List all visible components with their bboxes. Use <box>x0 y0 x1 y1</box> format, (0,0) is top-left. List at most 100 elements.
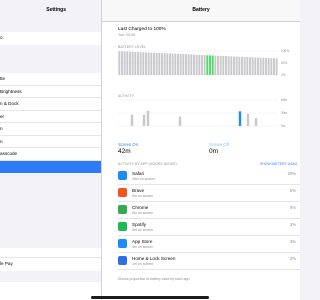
level-bar <box>193 54 195 75</box>
activity-chart: 0m 30m 60m <box>118 98 288 128</box>
level-bar <box>182 53 185 75</box>
app-usage: 5m on screen <box>132 245 154 249</box>
level-bar <box>155 52 158 75</box>
app-row-spotify[interactable]: Spotify 5m on screen 3% <box>118 219 300 236</box>
level-bar <box>118 51 121 75</box>
level-bar <box>275 58 278 75</box>
level-bar <box>195 54 198 75</box>
level-bar <box>219 55 222 75</box>
level-bar <box>246 57 249 75</box>
sidebar-item-4[interactable]: er <box>0 111 101 123</box>
screen-on-label: Screen On <box>118 142 139 147</box>
sidebar-item-account[interactable]: o <box>0 32 101 45</box>
level-tick-label: 100% <box>281 49 289 53</box>
app-percent: 3% <box>289 222 296 227</box>
level-bar <box>158 52 161 75</box>
app-row-brave[interactable]: Brave 9m on screen 5% <box>118 185 300 202</box>
level-bar <box>206 55 209 75</box>
level-tick-label: 0% <box>281 73 286 77</box>
activity-tick-label: 30m <box>281 111 288 115</box>
level-bar <box>270 58 273 75</box>
app-name: Home & Lock Screen <box>132 256 176 261</box>
activity-bar <box>146 110 150 126</box>
sidebar-item-wallet[interactable]: le Pay <box>0 258 101 271</box>
nav-bar: Battery <box>102 0 300 22</box>
app-percent: 5% <box>289 205 296 210</box>
page-title: Battery <box>192 7 210 13</box>
level-bar <box>171 53 174 75</box>
chrome-icon <box>118 205 127 214</box>
sidebar-item-wallet-top[interactable] <box>0 248 101 258</box>
sidebar-item-6[interactable]: n <box>0 136 101 148</box>
sidebar: Settings o tte Brightness n & Dock er n … <box>0 0 101 300</box>
level-bar <box>251 57 254 75</box>
level-bar <box>233 56 235 75</box>
sidebar-item-brightness[interactable]: Brightness <box>0 86 101 98</box>
activity-bar <box>130 114 134 126</box>
home-indicator <box>91 296 209 299</box>
level-bar <box>169 53 171 75</box>
level-bar <box>249 57 251 75</box>
sidebar-item-battery[interactable] <box>0 160 101 173</box>
app-row-chrome[interactable]: Chrome 5m on screen 5% <box>118 202 300 219</box>
sidebar-item-5[interactable]: n <box>0 123 101 136</box>
level-bar <box>179 53 182 75</box>
app-row-app-store[interactable]: App Store 5m on screen 3% <box>118 236 300 253</box>
activity-by-app-label: ACTIVITY BY APP (HOURS INSIDE) <box>118 162 177 166</box>
app-row-safari[interactable]: Safari 28m on screen 29% <box>118 168 300 185</box>
safari-icon <box>118 171 127 180</box>
level-bar <box>243 57 246 75</box>
level-bar <box>201 55 203 75</box>
level-bar <box>187 54 190 75</box>
level-bar <box>238 56 241 75</box>
battery-pane: Battery Last Charged to 100% Tue 20:09 B… <box>102 0 300 300</box>
app-percent: 3% <box>289 239 296 244</box>
sidebar-item-1[interactable]: tte <box>0 73 101 86</box>
level-bar <box>267 57 270 75</box>
show-battery-usage-link[interactable]: SHOW BATTERY USAG <box>260 162 297 166</box>
app-name: Brave <box>132 188 145 193</box>
level-bar <box>145 52 147 75</box>
footer-note: Shows proportion of battery used by each… <box>118 277 191 281</box>
level-bar <box>123 51 126 75</box>
level-bar <box>241 56 243 75</box>
last-charged-title: Last Charged to 100% <box>118 27 166 32</box>
app-usage: 28m on screen <box>132 177 156 181</box>
sidebar-item-home-screen-dock[interactable]: n & Dock <box>0 98 101 111</box>
brave-icon <box>118 188 127 197</box>
level-tick-label: 50% <box>281 61 288 65</box>
app-row-home-lock[interactable]: Home & Lock Screen 1m on screen 2% <box>118 253 300 270</box>
app-name: Spotify <box>132 222 147 227</box>
screen-off-label: Screen Off <box>209 142 229 147</box>
level-bar <box>217 55 219 75</box>
level-bar <box>235 56 238 75</box>
sidebar-group-wallet: le Pay <box>0 248 101 271</box>
level-bar <box>227 56 230 75</box>
app-usage: 9m on screen <box>132 194 154 198</box>
level-bar <box>166 53 169 75</box>
level-bar <box>257 57 259 75</box>
level-bar <box>259 57 262 75</box>
level-bar <box>198 54 201 75</box>
app-name: Safari <box>132 171 145 176</box>
battery-level-chart: 0% 50% 100% <box>118 49 289 77</box>
level-bar <box>185 54 187 75</box>
level-bar <box>153 52 155 75</box>
app-usage: 5m on screen <box>132 211 154 215</box>
home-lock-icon <box>118 256 127 265</box>
level-bar <box>222 56 225 75</box>
level-bar <box>209 55 211 75</box>
level-bar <box>150 52 153 75</box>
level-bar <box>214 55 217 75</box>
activity-bar <box>246 113 250 126</box>
level-bar <box>131 51 134 75</box>
level-bar <box>273 58 275 75</box>
sidebar-title: Settings <box>46 7 66 13</box>
activity-bar <box>238 111 242 126</box>
level-bar <box>177 53 179 75</box>
sidebar-item-more[interactable] <box>0 282 101 295</box>
sidebar-group-account: o <box>0 32 101 45</box>
app-percent: 2% <box>289 256 296 261</box>
level-bar <box>137 51 139 75</box>
sidebar-item-passcode[interactable]: asscode <box>0 148 101 161</box>
